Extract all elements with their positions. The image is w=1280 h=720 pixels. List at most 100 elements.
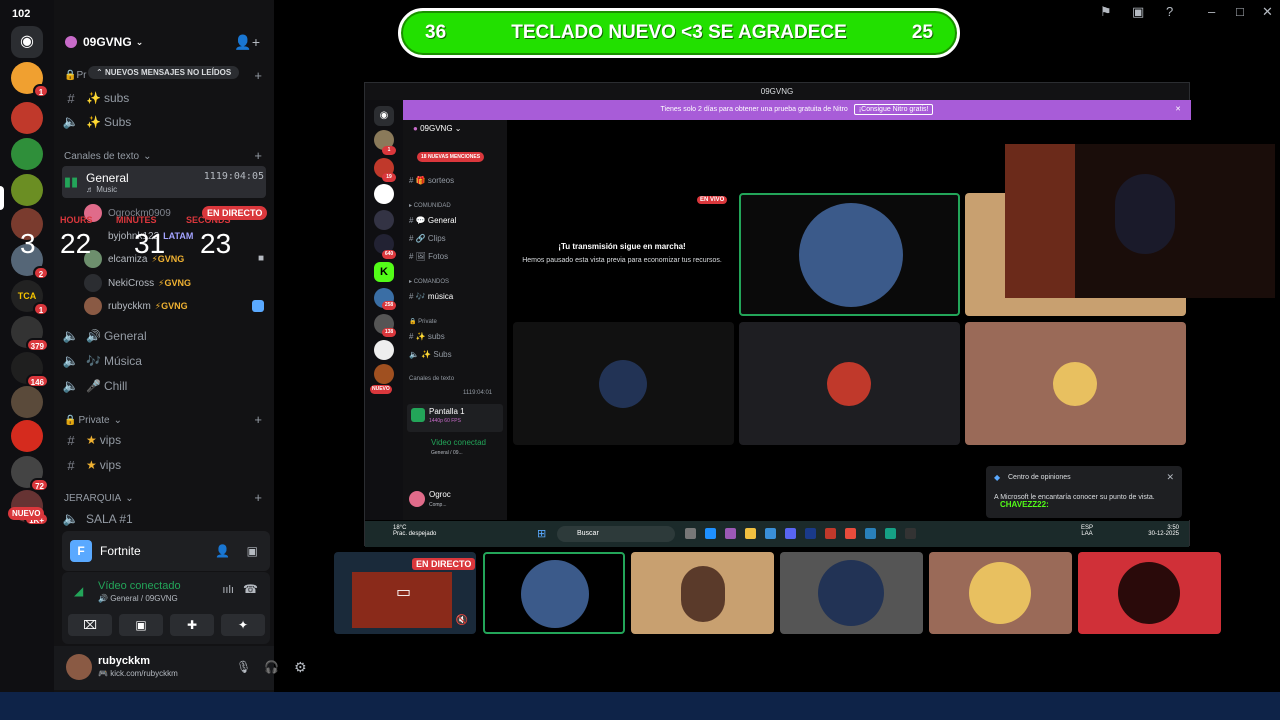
microphone-icon[interactable]: 🎙 [236,660,251,674]
settings-gear-icon[interactable]: ⚙ [294,659,307,676]
category-comandos[interactable]: ▸ COMANDOS [409,278,449,285]
channel-subs-voice[interactable]: 🔈 ✨ Subs [409,350,452,359]
participant-tile[interactable] [631,552,774,634]
category-text-channels[interactable]: Canales de texto ⌄ [64,151,151,162]
folder-icon[interactable] [745,528,756,539]
mute-icon[interactable]: 🔇 [456,615,468,626]
windows-start-icon[interactable]: ⊞ [537,527,546,540]
avatar[interactable] [409,491,425,507]
screen-share-button[interactable]: ▣ [119,614,163,636]
voice-channel-sala1[interactable]: 🔈 SALA #1 [62,508,266,530]
feedback-toast[interactable]: ◆ Centro de opiniones ✕ A Microsoft le e… [986,466,1182,518]
activities-button[interactable]: ✚ [170,614,214,636]
invite-icon[interactable]: 👤 [215,544,230,558]
participant-tile[interactable] [929,552,1072,634]
help-icon[interactable]: ? [1166,4,1173,19]
private-category-partial[interactable]: 🔒Pr [64,70,86,81]
channel-sorteos[interactable]: # 🎁 sorteos [409,176,454,185]
add-member-icon[interactable]: 👤+ [234,34,260,51]
voice-channel-musica[interactable]: 🔈 🎶 Música [62,350,266,372]
channel-subs-voice[interactable]: 🔈 ✨ Subs [62,111,266,133]
video-tile[interactable] [513,322,734,445]
channel-general[interactable]: # 💬 General [409,216,456,225]
nitro-banner[interactable]: Tienes solo 2 días para obtener una prue… [403,100,1191,120]
server-icon[interactable]: TCA 1 [11,280,49,316]
voice-channel-chill[interactable]: 🔈 🎤 Chill [62,375,266,397]
channel-subs-text[interactable]: # ✨ subs [62,87,266,109]
video-tile[interactable] [739,193,960,316]
maximize-icon[interactable]: □ [1236,4,1244,19]
video-tile[interactable] [965,322,1186,445]
add-channel-icon[interactable]: + [254,412,262,427]
flag-icon[interactable]: ⚑ [1100,4,1112,20]
category-comunidad[interactable]: ▸ COMUNIDAD [409,202,451,209]
category-text[interactable]: Canales de texto [409,376,454,382]
add-channel-icon[interactable]: + [254,68,262,83]
app-icon[interactable] [905,528,916,539]
minimize-icon[interactable]: – [1208,4,1215,19]
edge-icon[interactable] [705,528,716,539]
inner-stream-panel[interactable]: Pantalla 1 1440p 60 FPS [407,404,503,432]
channel-vips-hash[interactable]: # ★ vips [62,454,266,476]
server-icon[interactable]: 1 [11,62,49,98]
close-icon[interactable]: ✕ [1262,4,1273,20]
new-messages-pill[interactable]: ⌃ NUEVOS MENSAJES NO LEÍDOS [88,66,240,79]
channel-clips[interactable]: # 🔗 Clips [409,234,446,243]
system-clock[interactable]: 3:50 30-12-2025 [1148,525,1179,537]
disconnect-icon[interactable]: ☎ [243,582,258,596]
weather-widget[interactable]: 18°C Prac. despejado [393,525,436,537]
server-icon[interactable] [11,138,43,170]
avatar[interactable] [66,654,92,680]
server-icon[interactable]: 146 [11,352,49,388]
participant-tile[interactable] [1078,552,1221,634]
language-indicator[interactable]: ESP LAA [1081,525,1093,537]
server-icon[interactable] [374,364,394,384]
task-view-icon[interactable] [685,528,696,539]
camera-off-button[interactable]: ⌧ [68,614,112,636]
app-icon[interactable] [865,528,876,539]
noise-suppression-icon[interactable]: ıılı [222,584,234,596]
inbox-icon[interactable]: ▣ [1132,4,1144,20]
channel-vips-text[interactable]: # ★ vips [62,429,266,451]
discord-home-icon[interactable]: ◉ [374,106,394,126]
soundboard-button[interactable]: ✦ [221,614,265,636]
server-icon[interactable]: 72 [11,456,49,492]
app-icon[interactable] [825,528,836,539]
discord-icon[interactable] [785,528,796,539]
server-icon[interactable] [11,420,43,452]
video-tile[interactable] [739,322,960,445]
channel-musica[interactable]: # 🎶 música [409,292,453,301]
kick-icon[interactable]: K [374,262,394,282]
voice-user[interactable]: rubyckkm ⚡GVNG [84,296,188,316]
category-jerarquia[interactable]: JERARQUIA ⌄ [64,493,134,504]
server-icon[interactable] [11,174,43,206]
voice-channel-general1[interactable]: 🔈 🔊 General [62,325,266,347]
app-icon[interactable] [805,528,816,539]
server-icon[interactable] [374,210,394,230]
taskbar-search[interactable]: Buscar [557,526,675,542]
voice-user[interactable]: NekiCross ⚡GVNG [84,273,191,293]
discord-home-icon[interactable]: ◉ [11,26,43,58]
category-private[interactable]: 🔒 Private ⌄ [64,415,122,426]
server-icon[interactable] [374,340,394,360]
mentions-pill[interactable]: 18 NUEVAS MENCIONES [417,152,485,162]
app-icon[interactable] [845,528,856,539]
category-private[interactable]: 🔒 Private [409,318,437,325]
game-activity-panel[interactable]: F Fortnite 👤 ▣ [62,531,270,571]
headphones-icon[interactable]: 🎧 [264,660,279,674]
channel-subs[interactable]: # ✨ subs [409,332,445,341]
inner-guild-header[interactable]: ● 09GVNG ⌄ [403,120,507,138]
app-icon[interactable] [885,528,896,539]
server-icon[interactable] [11,102,43,134]
server-icon[interactable]: 379 [11,316,49,352]
participant-tile[interactable] [780,552,923,634]
participant-tile[interactable] [483,552,625,634]
channel-fotos[interactable]: # 🖼 Fotos [409,252,448,261]
add-channel-icon[interactable]: + [254,148,262,163]
server-icon[interactable] [374,184,394,204]
close-icon[interactable]: ✕ [1175,100,1181,120]
copilot-icon[interactable] [725,528,736,539]
close-icon[interactable]: ✕ [1166,472,1174,483]
nitro-cta-button[interactable]: ¡Consigue Nitro gratis! [853,104,934,115]
server-icon[interactable] [11,386,43,418]
